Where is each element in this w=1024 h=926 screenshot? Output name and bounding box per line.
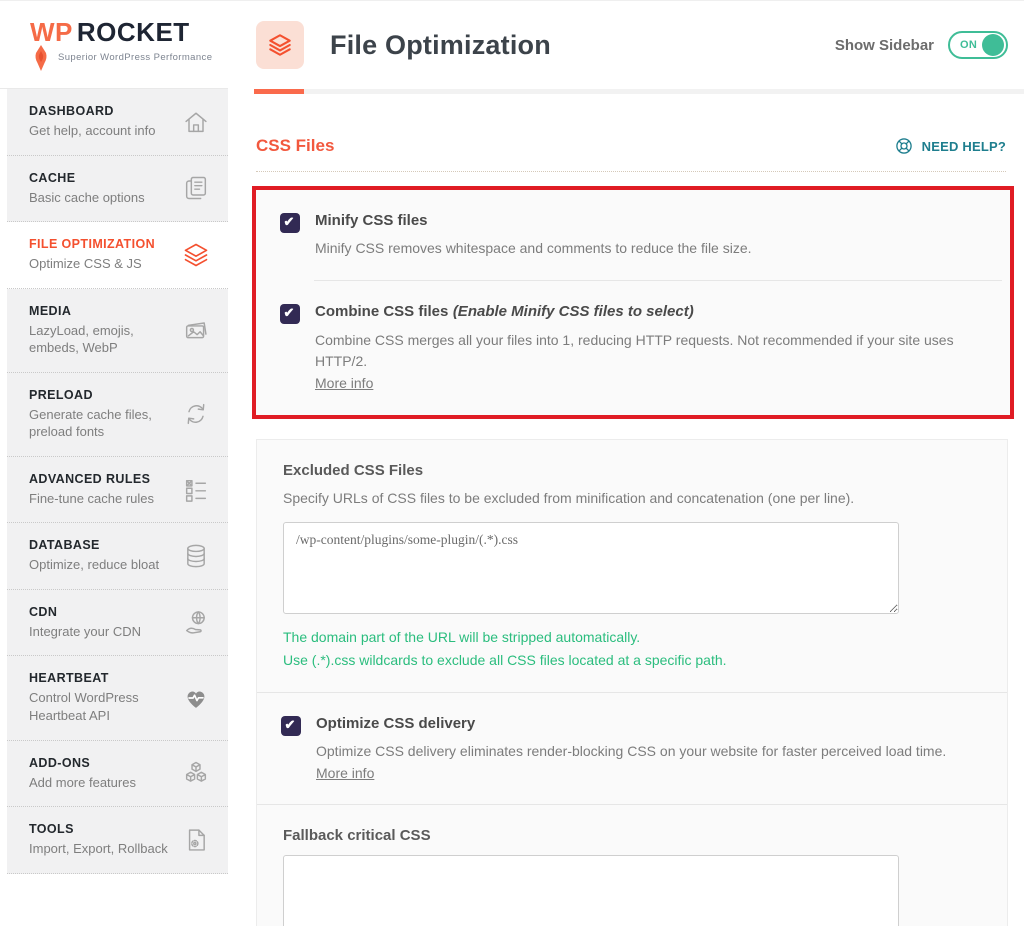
combine-css-description-text: Combine CSS merges all your files into 1… [315,332,954,370]
sidebar-item-dashboard[interactable]: DASHBOARD Get help, account info [7,89,228,156]
delivery-more-info-link[interactable]: More info [316,765,374,781]
optimize-css-delivery-checkbox[interactable] [281,716,301,736]
combine-css-setting: Combine CSS files (Enable Minify CSS fil… [256,281,1010,415]
minify-css-checkbox[interactable] [280,213,300,233]
addons-icon [182,759,210,787]
need-help-link[interactable]: NEED HELP? [894,136,1006,156]
sidebar-item-label: MEDIA [29,304,179,318]
sidebar: WPROCKET Superior WordPress Performance … [0,1,228,926]
sidebar-item-desc: Control WordPress Heartbeat API [29,689,179,724]
sidebar-item-label: HEARTBEAT [29,671,179,685]
red-annotation-box: Minify CSS files Minify CSS removes whit… [252,186,1014,419]
sidebar-item-tools[interactable]: TOOLS Import, Export, Rollback [7,807,228,874]
sidebar-item-database[interactable]: DATABASE Optimize, reduce bloat [7,523,228,590]
sidebar-item-desc: Get help, account info [29,122,179,140]
sidebar-item-label: CACHE [29,171,179,185]
database-icon [182,542,210,570]
combine-css-label: Combine CSS files [315,303,448,320]
layers-icon [267,32,293,58]
excluded-css-description: Specify URLs of CSS files to be excluded… [283,488,981,509]
checklist-icon [182,476,210,504]
main-content: File Optimization Show Sidebar ON CSS Fi… [228,1,1024,926]
sidebar-item-heartbeat[interactable]: HEARTBEAT Control WordPress Heartbeat AP… [7,656,228,740]
optimize-css-delivery-label: Optimize CSS delivery [316,715,981,732]
toggle-on-label: ON [960,39,977,51]
sidebar-item-desc: Basic cache options [29,189,179,207]
sidebar-item-add-ons[interactable]: ADD-ONS Add more features [7,741,228,808]
logo-rocket: ROCKET [77,17,190,47]
toggle-knob [982,34,1004,56]
css-files-heading: CSS Files [256,136,334,156]
fallback-critical-css-label: Fallback critical CSS [283,827,981,844]
page-header: File Optimization Show Sidebar ON [228,1,1024,89]
pages-icon [182,174,210,202]
sidebar-item-desc: Fine-tune cache rules [29,490,179,508]
sidebar-item-desc: Integrate your CDN [29,623,179,641]
sidebar-item-desc: Optimize, reduce bloat [29,556,179,574]
logo-text: WPROCKET [30,17,228,48]
tab-underline [254,89,1024,94]
page-title: File Optimization [330,30,551,61]
excluded-css-textarea[interactable] [283,522,899,614]
excluded-css-help: The domain part of the URL will be strip… [283,626,981,672]
sidebar-item-label: PRELOAD [29,388,179,402]
sidebar-item-label: ADVANCED RULES [29,472,179,486]
combine-more-info-link[interactable]: More info [315,375,373,391]
optimize-css-delivery-description: Optimize CSS delivery eliminates render-… [316,741,981,784]
refresh-icon [182,400,210,428]
rocket-flame-icon [34,45,48,76]
sidebar-item-cdn[interactable]: CDN Integrate your CDN [7,590,228,657]
sidebar-item-label: CDN [29,605,179,619]
fallback-critical-css-textarea[interactable] [283,855,899,926]
sidebar-item-desc: LazyLoad, emojis, embeds, WebP [29,322,179,357]
sidebar-item-label: FILE OPTIMIZATION [29,237,179,251]
css-advanced-fieldset: Excluded CSS Files Specify URLs of CSS f… [256,439,1008,926]
combine-css-label-note: (Enable Minify CSS files to select) [453,303,694,320]
wp-rocket-logo: WPROCKET Superior WordPress Performance [0,1,228,89]
sidebar-item-file-optimization[interactable]: FILE OPTIMIZATION Optimize CSS & JS [7,222,228,289]
sidebar-item-label: TOOLS [29,822,179,836]
layers-icon [182,241,210,269]
sidebar-item-preload[interactable]: PRELOAD Generate cache files, preload fo… [7,373,228,457]
combine-css-description: Combine CSS merges all your files into 1… [315,330,984,395]
sidebar-menu: DASHBOARD Get help, account info CACHE B… [7,89,228,874]
media-icon [182,316,210,344]
sidebar-item-advanced-rules[interactable]: ADVANCED RULES Fine-tune cache rules [7,457,228,524]
show-sidebar-label: Show Sidebar [835,37,934,54]
minify-css-label: Minify CSS files [315,212,752,229]
minify-combine-fieldset: Minify CSS files Minify CSS removes whit… [256,190,1010,415]
optimize-css-delivery-setting: Optimize CSS delivery Optimize CSS deliv… [257,693,1007,804]
sidebar-item-label: DASHBOARD [29,104,179,118]
excluded-help-line2: Use (.*).css wildcards to exclude all CS… [283,652,727,668]
excluded-css-label: Excluded CSS Files [283,462,981,479]
minify-css-description: Minify CSS removes whitespace and commen… [315,238,752,260]
sidebar-item-desc: Generate cache files, preload fonts [29,406,179,441]
wp-rocket-settings-page: WPROCKET Superior WordPress Performance … [0,0,1024,926]
sidebar-item-media[interactable]: MEDIA LazyLoad, emojis, embeds, WebP [7,289,228,373]
excluded-help-line1: The domain part of the URL will be strip… [283,629,640,645]
sidebar-item-label: ADD-ONS [29,756,179,770]
heartbeat-icon [182,684,210,712]
cdn-icon [182,609,210,637]
sidebar-item-label: DATABASE [29,538,179,552]
minify-css-setting: Minify CSS files Minify CSS removes whit… [256,190,1010,280]
file-optimization-icon-badge [256,21,304,69]
sidebar-item-cache[interactable]: CACHE Basic cache options [7,156,228,223]
show-sidebar-toggle[interactable]: ON [948,31,1008,59]
active-tab-indicator [254,89,304,94]
sidebar-item-desc: Optimize CSS & JS [29,255,179,273]
home-icon [182,108,210,136]
combine-css-checkbox[interactable] [280,304,300,324]
sidebar-item-desc: Add more features [29,774,179,792]
section-separator [256,171,1006,172]
lifebuoy-icon [894,136,914,156]
tools-icon [182,826,210,854]
need-help-label: NEED HELP? [922,139,1006,154]
excluded-css-setting: Excluded CSS Files Specify URLs of CSS f… [257,440,1007,692]
logo-tagline: Superior WordPress Performance [58,52,228,63]
optimize-css-delivery-description-text: Optimize CSS delivery eliminates render-… [316,743,946,759]
sidebar-item-desc: Import, Export, Rollback [29,840,179,858]
fallback-critical-css-setting: Fallback critical CSS Provides a fallbac… [257,805,1007,926]
logo-wp: WP [30,17,73,47]
